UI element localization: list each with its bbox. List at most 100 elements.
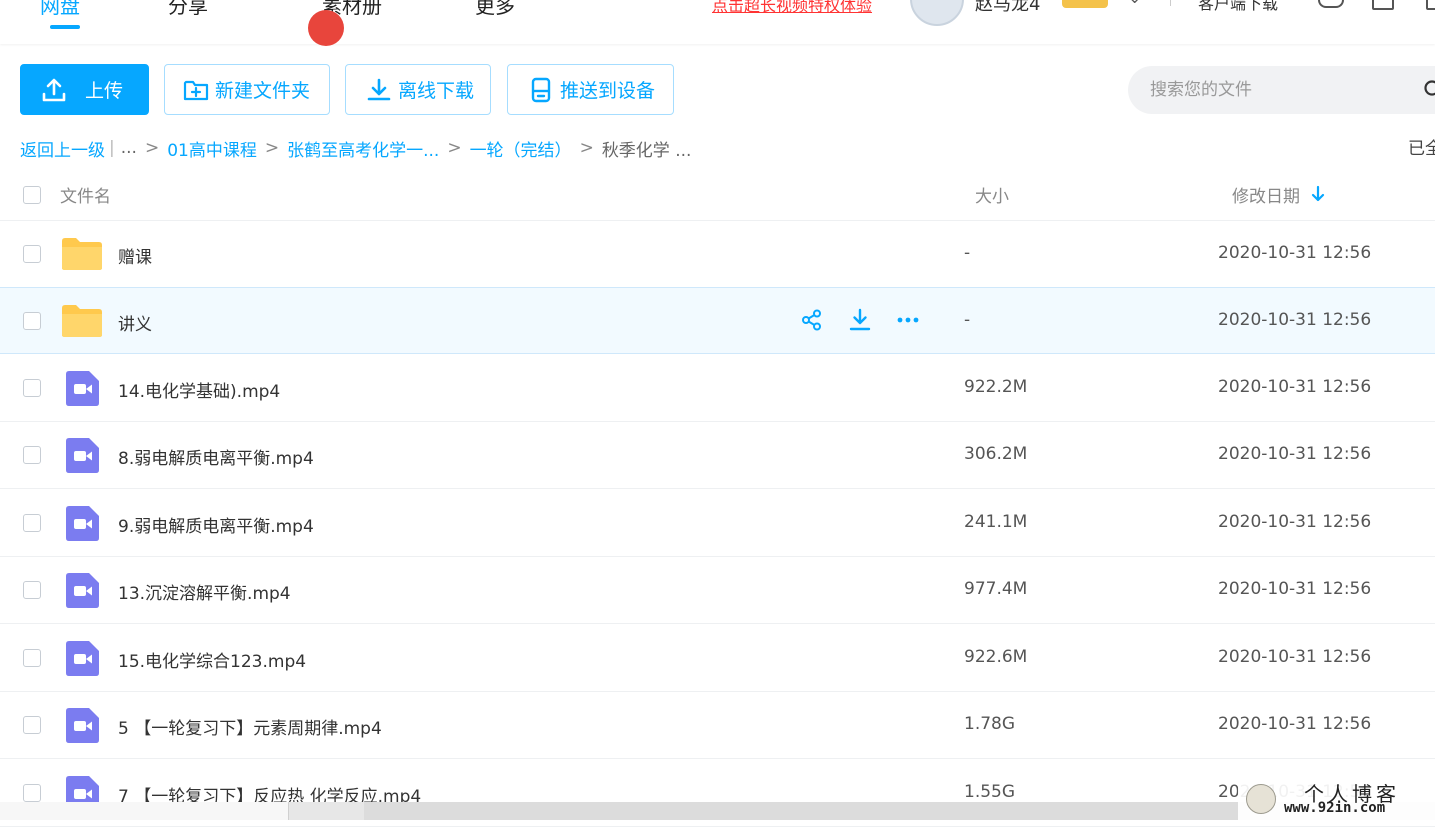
row-actions [800,308,920,332]
breadcrumb-item[interactable]: 01高中课程 [167,136,257,161]
row-checkbox[interactable] [23,581,41,599]
vip-badge-icon [1062,0,1108,8]
breadcrumb-divider: | [109,138,115,158]
taskbar-start-area [0,802,289,820]
offline-download-button[interactable]: 离线下载 [345,64,491,115]
tab-netdisk[interactable]: 网盘 [40,0,80,19]
file-size: 922.6M [964,647,1027,667]
download-icon[interactable] [848,308,872,332]
nav-divider [1170,0,1171,6]
folder-icon[interactable] [62,237,102,271]
file-modified-date: 2020-10-31 12:56 [1218,512,1371,532]
breadcrumb-current: 秋季化学 ... [602,136,692,161]
message-icon[interactable] [1372,0,1394,10]
video-file-icon[interactable] [63,436,103,470]
row-checkbox[interactable] [23,649,41,667]
row-checkbox[interactable] [23,245,41,263]
watermark-logo-icon [1246,784,1276,814]
taskbar [0,802,1435,820]
select-all-checkbox[interactable] [23,186,41,204]
row-checkbox[interactable] [23,312,41,330]
file-modified-date: 2020-10-31 12:56 [1218,714,1371,734]
browser-app-icon[interactable] [308,10,344,46]
chevron-down-icon[interactable]: ⌄ [1128,0,1141,7]
file-table-header: 文件名 大小 修改日期 [0,170,1435,221]
new-folder-icon [183,77,209,103]
watermark: 个人博客 www.92in.com [1238,778,1435,820]
breadcrumb-chevron-icon: > [265,138,279,158]
vip-promo-link[interactable]: 点击超长视频特权体验 [712,0,872,16]
avatar[interactable] [910,0,964,26]
breadcrumb-ellipsis[interactable]: ... [121,138,137,158]
video-file-icon[interactable] [63,504,103,538]
file-name[interactable]: 5 【一轮复习下】元素周期律.mp4 [118,714,382,739]
table-row[interactable]: 9.弱电解质电离平衡.mp4241.1M2020-10-31 12:56 [0,490,1435,557]
push-to-device-label: 推送到设备 [560,76,655,103]
file-name[interactable]: 9.弱电解质电离平衡.mp4 [118,512,314,537]
sort-desc-icon[interactable] [1310,185,1326,207]
folder-icon[interactable] [62,304,102,338]
breadcrumb-back[interactable]: 返回上一级 [20,136,105,161]
video-file-icon[interactable] [63,369,103,403]
row-checkbox[interactable] [23,379,41,397]
new-folder-button[interactable]: 新建文件夹 [164,64,330,115]
row-checkbox[interactable] [23,784,41,802]
settings-icon[interactable] [1426,0,1435,10]
breadcrumb-item[interactable]: 一轮（完结） [470,136,572,161]
file-modified-date: 2020-10-31 12:56 [1218,579,1371,599]
file-name[interactable]: 8.弱电解质电离平衡.mp4 [118,444,314,469]
video-file-icon[interactable] [63,639,103,673]
video-file-icon[interactable] [63,706,103,740]
tab-more[interactable]: 更多 [475,0,515,19]
share-icon[interactable] [800,308,824,332]
upload-icon [41,77,67,103]
download-icon [366,77,392,103]
table-row[interactable]: 8.弱电解质电离平衡.mp4 306.2M 2020-10-31 12:56 [0,422,1435,489]
breadcrumb-item[interactable]: 张鹤至高考化学一... [287,136,439,161]
search-icon[interactable] [1424,80,1435,104]
upload-label: 上传 [85,76,123,103]
breadcrumb-chevron-icon: > [447,138,461,158]
file-name[interactable]: 讲义 [118,310,152,335]
file-name[interactable]: 赠课 [118,243,152,268]
notification-icon[interactable] [1318,0,1344,8]
file-size: - [964,243,970,263]
breadcrumb: 返回上一级 | ... > 01高中课程 > 张鹤至高考化学一... > 一轮（… [20,134,691,162]
table-row[interactable]: 13.沉淀溶解平衡.mp4 977.4M 2020-10-31 12:56 [0,557,1435,624]
search-input[interactable] [1150,66,1410,114]
column-header-date[interactable]: 修改日期 [1232,182,1300,207]
search-box [1128,66,1435,114]
row-checkbox[interactable] [23,716,41,734]
file-size: 977.4M [964,579,1027,599]
table-row[interactable]: 赠课-2020-10-31 12:56 [0,221,1435,288]
file-name[interactable]: 14.电化学基础).mp4 [118,377,280,402]
file-modified-date: 2020-10-31 12:56 [1218,444,1371,464]
table-row[interactable]: 14.电化学基础).mp4922.2M2020-10-31 12:56 [0,355,1435,422]
file-size: 306.2M [964,444,1027,464]
top-nav: 网盘 分享 素材册 更多 点击超长视频特权体验 赵马龙4 ⌄ 客户端下载 [0,0,1435,44]
row-checkbox[interactable] [23,446,41,464]
file-name[interactable]: 15.电化学综合123.mp4 [118,647,306,672]
client-download-link[interactable]: 客户端下载 [1198,0,1278,14]
table-row[interactable]: 15.电化学综合123.mp4922.6M2020-10-31 12:56 [0,625,1435,692]
more-options-icon[interactable] [896,308,920,332]
upload-button[interactable]: 上传 [20,64,149,115]
file-size: 1.55G [964,782,1015,802]
file-size: 1.78G [964,714,1015,734]
video-file-icon[interactable] [63,571,103,605]
file-name[interactable]: 13.沉淀溶解平衡.mp4 [118,579,291,604]
active-tab-indicator [50,25,80,29]
table-row[interactable]: 讲义-2020-10-31 12:56 [0,287,1435,354]
taskbar-window-area [364,802,1244,820]
file-size: 922.2M [964,377,1027,397]
breadcrumb-chevron-icon: > [145,138,159,158]
file-size: - [964,310,970,330]
new-folder-label: 新建文件夹 [215,76,310,103]
row-checkbox[interactable] [23,514,41,532]
column-header-size[interactable]: 大小 [975,182,1009,207]
column-header-name[interactable]: 文件名 [60,182,111,207]
tab-share[interactable]: 分享 [168,0,208,19]
username[interactable]: 赵马龙4 [975,0,1040,16]
table-row[interactable]: 5 【一轮复习下】元素周期律.mp4 1.78G 2020-10-31 12:56 [0,692,1435,759]
push-to-device-button[interactable]: 推送到设备 [507,64,674,115]
